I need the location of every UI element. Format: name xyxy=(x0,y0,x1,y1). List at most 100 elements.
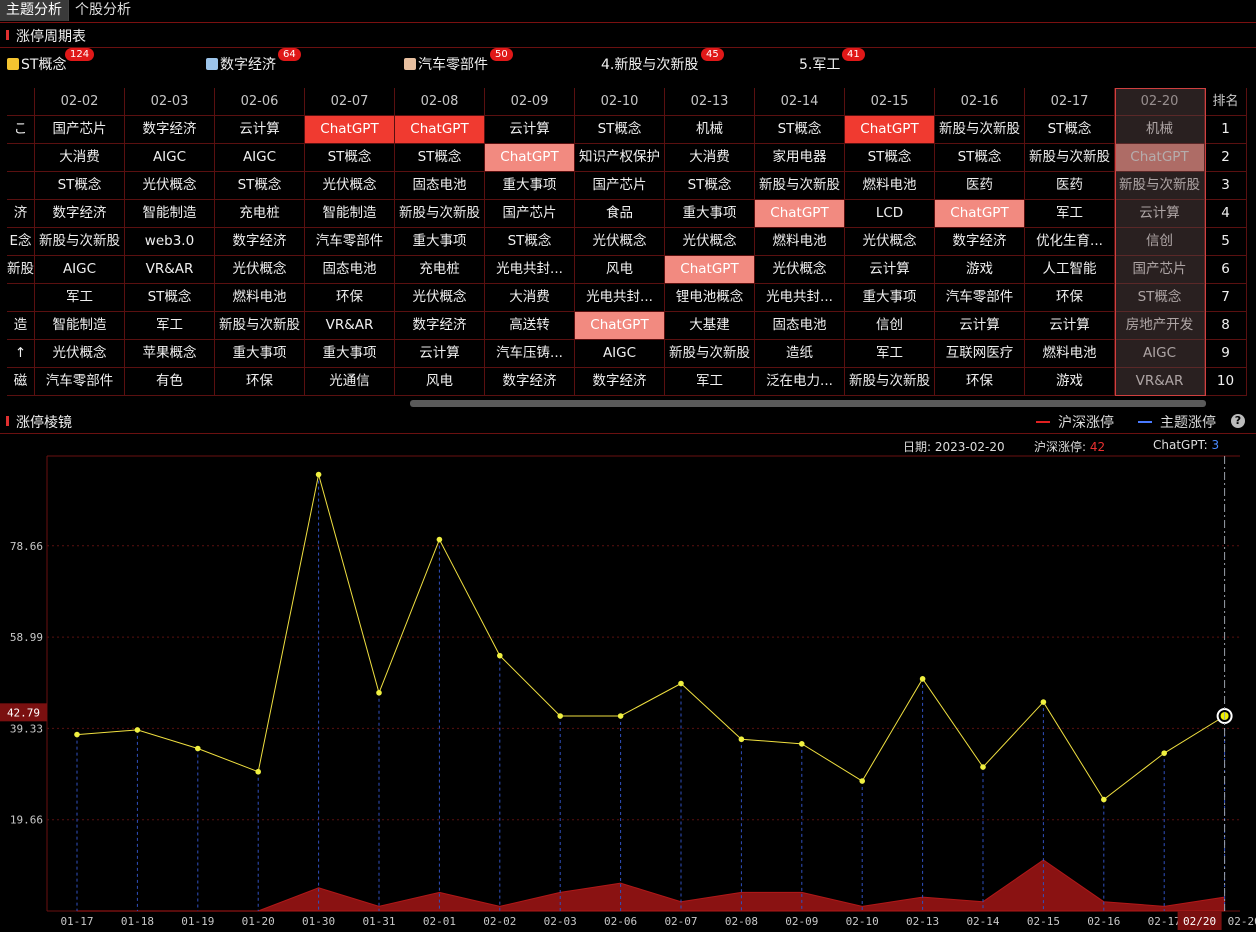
theme-cell[interactable]: ChatGPT xyxy=(1115,144,1205,172)
theme-cell[interactable]: 锂电池概念 xyxy=(665,284,755,312)
theme-cell[interactable]: 高送转 xyxy=(485,312,575,340)
theme-cell[interactable]: 军工 xyxy=(125,312,215,340)
theme-cell[interactable]: 信创 xyxy=(1115,228,1205,256)
data-point[interactable] xyxy=(799,741,805,747)
theme-cell[interactable]: 云计算 xyxy=(1025,312,1115,340)
theme-cell[interactable]: 燃料电池 xyxy=(755,228,845,256)
theme-cell[interactable]: 重大事项 xyxy=(305,340,395,368)
theme-cell[interactable]: 光伏概念 xyxy=(125,172,215,200)
theme-cell[interactable]: 信创 xyxy=(845,312,935,340)
data-point[interactable] xyxy=(1101,796,1107,803)
tab-theme-analysis[interactable]: 主题分析 xyxy=(0,0,68,21)
theme-cell[interactable]: 房地产开发 xyxy=(1115,312,1205,340)
data-point[interactable] xyxy=(919,676,926,682)
theme-cell[interactable]: 云计算 xyxy=(1115,200,1205,228)
theme-cell[interactable]: 汽车零部件 xyxy=(35,368,125,396)
truncated-cell[interactable]: E念 xyxy=(7,228,35,256)
theme-cell[interactable]: 医药 xyxy=(935,172,1025,200)
date-column-header[interactable]: 02-02 xyxy=(35,88,125,116)
theme-cell[interactable]: 云计算 xyxy=(845,256,935,284)
theme-cell[interactable]: 大消费 xyxy=(665,144,755,172)
theme-cell[interactable]: 风电 xyxy=(395,368,485,396)
theme-cell[interactable]: AIGC xyxy=(125,144,215,172)
theme-cell[interactable]: ChatGPT xyxy=(485,144,575,172)
theme-cell[interactable]: ST概念 xyxy=(845,144,935,172)
theme-cell[interactable]: VR&AR xyxy=(1115,368,1205,396)
theme-cell[interactable]: 数字经济 xyxy=(35,200,125,228)
theme-cell[interactable]: 泛在电力... xyxy=(755,368,845,396)
truncated-cell[interactable]: 造 xyxy=(7,312,35,340)
theme-cell[interactable]: ChatGPT xyxy=(845,116,935,144)
tab-stock-analysis[interactable]: 个股分析 xyxy=(68,0,137,21)
theme-cell[interactable]: 云计算 xyxy=(395,340,485,368)
theme-cell[interactable]: 燃料电池 xyxy=(845,172,935,200)
truncated-cell[interactable]: ↑ xyxy=(7,340,35,368)
theme-cell[interactable]: AIGC xyxy=(1115,340,1205,368)
theme-cell[interactable]: 国产芯片 xyxy=(485,200,575,228)
theme-cell[interactable]: ST概念 xyxy=(935,144,1025,172)
date-column-header[interactable]: 02-20 xyxy=(1115,88,1205,116)
theme-item[interactable]: 数字经济 64 xyxy=(206,48,301,74)
data-point[interactable] xyxy=(980,764,986,770)
date-column-header[interactable]: 02-16 xyxy=(935,88,1025,116)
date-column-header[interactable]: 02-03 xyxy=(125,88,215,116)
theme-cell[interactable]: 数字经济 xyxy=(395,312,485,340)
theme-cell[interactable]: 智能制造 xyxy=(125,200,215,228)
theme-item[interactable]: ST概念 124 xyxy=(7,48,95,74)
theme-cell[interactable]: 固态电池 xyxy=(395,172,485,200)
theme-cell[interactable]: 智能制造 xyxy=(35,312,125,340)
theme-cell[interactable]: 光伏概念 xyxy=(575,228,665,256)
theme-cell[interactable]: ST概念 xyxy=(305,144,395,172)
theme-cell[interactable]: 优化生育... xyxy=(1025,228,1115,256)
date-column-header[interactable]: 02-08 xyxy=(395,88,485,116)
theme-item[interactable]: 5.军工 41 xyxy=(799,48,865,74)
theme-cell[interactable]: 军工 xyxy=(845,340,935,368)
theme-cell[interactable]: 汽车压铸... xyxy=(485,340,575,368)
theme-cell[interactable]: 燃料电池 xyxy=(215,284,305,312)
theme-cell[interactable]: 新股与次新股 xyxy=(395,200,485,228)
theme-cell[interactable]: 大消费 xyxy=(35,144,125,172)
truncated-cell[interactable]: 济 xyxy=(7,200,35,228)
theme-cell[interactable]: 环保 xyxy=(215,368,305,396)
theme-cell[interactable]: 新股与次新股 xyxy=(755,172,845,200)
theme-cell[interactable]: 知识产权保护 xyxy=(575,144,665,172)
theme-cell[interactable]: ChatGPT xyxy=(755,200,845,228)
theme-cell[interactable]: 游戏 xyxy=(935,256,1025,284)
theme-cell[interactable]: 光伏概念 xyxy=(215,256,305,284)
date-column-header[interactable]: 02-06 xyxy=(215,88,305,116)
theme-cell[interactable]: 苹果概念 xyxy=(125,340,215,368)
theme-cell[interactable]: ChatGPT xyxy=(575,312,665,340)
theme-cell[interactable]: 重大事项 xyxy=(485,172,575,200)
theme-cell[interactable]: 光伏概念 xyxy=(305,172,395,200)
theme-cell[interactable]: 新股与次新股 xyxy=(845,368,935,396)
theme-cell[interactable]: 环保 xyxy=(1025,284,1115,312)
theme-cell[interactable]: 军工 xyxy=(665,368,755,396)
theme-cell[interactable]: 重大事项 xyxy=(395,228,485,256)
theme-cell[interactable]: 国产芯片 xyxy=(575,172,665,200)
date-column-header[interactable]: 02-09 xyxy=(485,88,575,116)
date-column-header[interactable]: 02-17 xyxy=(1025,88,1115,116)
data-point[interactable] xyxy=(557,713,563,719)
theme-cell[interactable]: 国产芯片 xyxy=(35,116,125,144)
theme-cell[interactable]: 汽车零部件 xyxy=(305,228,395,256)
date-column-header[interactable]: 02-10 xyxy=(575,88,665,116)
theme-cell[interactable]: 光伏概念 xyxy=(845,228,935,256)
theme-cell[interactable]: 光电共封... xyxy=(755,284,845,312)
theme-cell[interactable]: 光伏概念 xyxy=(665,228,755,256)
truncated-cell[interactable] xyxy=(7,284,35,312)
theme-cell[interactable]: 环保 xyxy=(305,284,395,312)
truncated-cell[interactable]: 新股 xyxy=(7,256,35,284)
theme-cell[interactable]: 云计算 xyxy=(485,116,575,144)
theme-cell[interactable]: VR&AR xyxy=(125,256,215,284)
date-column-header[interactable]: 02-15 xyxy=(845,88,935,116)
theme-cell[interactable]: 智能制造 xyxy=(305,200,395,228)
data-point[interactable] xyxy=(376,689,382,696)
theme-cell[interactable]: 机械 xyxy=(1115,116,1205,144)
theme-cell[interactable]: AIGC xyxy=(215,144,305,172)
theme-cell[interactable]: ST概念 xyxy=(665,172,755,200)
theme-cell[interactable]: 医药 xyxy=(1025,172,1115,200)
theme-cell[interactable]: 机械 xyxy=(665,116,755,144)
theme-cell[interactable]: 数字经济 xyxy=(485,368,575,396)
data-point[interactable] xyxy=(1040,699,1047,705)
theme-cell[interactable]: 光伏概念 xyxy=(755,256,845,284)
